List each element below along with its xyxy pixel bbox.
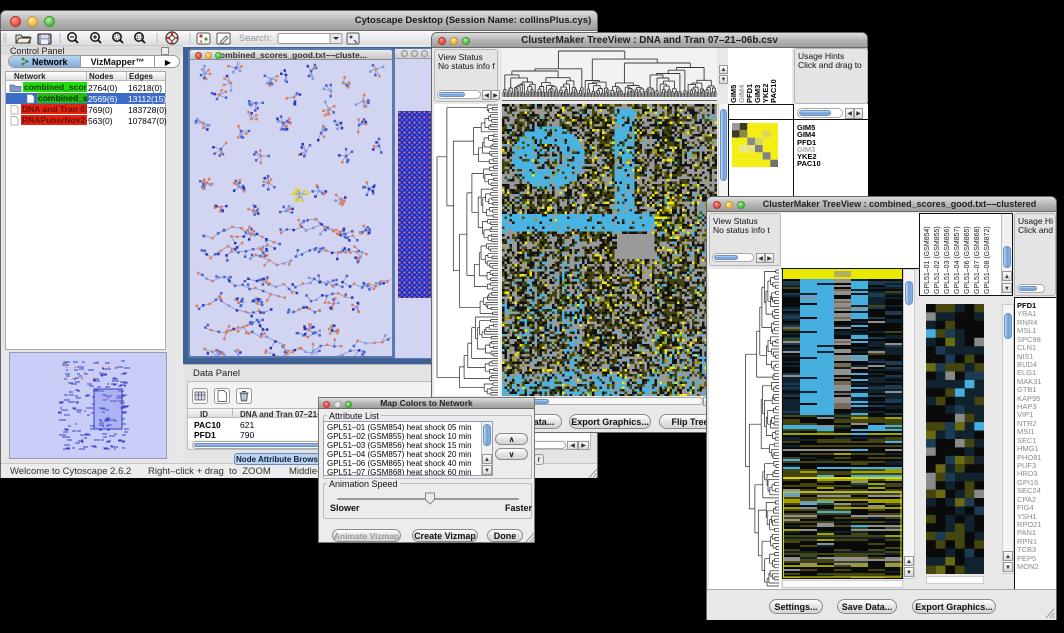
svg-text:GPL51–04 (GSM857): GPL51–04 (GSM857) xyxy=(954,226,961,294)
svg-text:GPL51–08 (GSM872): GPL51–08 (GSM872) xyxy=(984,226,991,294)
svg-text:GPL51–02 (GSM855): GPL51–02 (GSM855) xyxy=(934,226,941,294)
svg-text:PAC10: PAC10 xyxy=(769,79,778,103)
svg-text:GPL51–06 (GSM865): GPL51–06 (GSM865) xyxy=(964,226,971,294)
svg-text:GPL51–03 (GSM856): GPL51–03 (GSM856) xyxy=(944,226,951,294)
svg-text:GPL51–01 (GSM854): GPL51–01 (GSM854) xyxy=(924,226,931,294)
svg-text:Search:: Search: xyxy=(239,33,272,44)
svg-text:1:1: 1:1 xyxy=(136,35,143,41)
svg-text:GPL51–07 (GSM868): GPL51–07 (GSM868) xyxy=(974,226,981,294)
